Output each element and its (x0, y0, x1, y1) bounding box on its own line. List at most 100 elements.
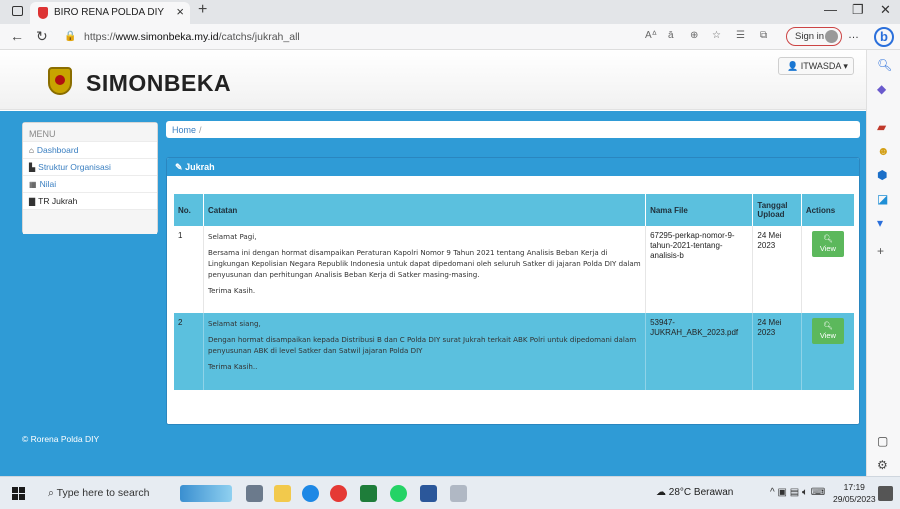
excel-icon[interactable] (360, 485, 377, 502)
more-menu-button[interactable]: … (848, 29, 859, 41)
address-bar: ← ↻ 🔒 https://www.simonbeka.my.id/catchs… (0, 24, 900, 50)
chrome-icon[interactable] (330, 485, 347, 502)
police-badge-logo-icon (48, 67, 72, 95)
toolbox-icon[interactable]: ▰ (877, 120, 886, 134)
profile-avatar-icon (825, 30, 838, 43)
collections-icon[interactable]: ⧉ (760, 30, 767, 41)
panel-header: ✎ Jukrah (167, 158, 859, 176)
windows-start-icon[interactable] (12, 487, 25, 500)
column-header-actions: Actions (801, 194, 854, 226)
shopping-icon[interactable]: ◆ (877, 82, 886, 96)
web-page: SIMONBEKA 👤 ITWASDA ▾ MENU ⌂ Dashboard ▙ S… (0, 50, 866, 476)
zoom-icon[interactable]: ⊕ (690, 30, 698, 41)
taskbar-clock[interactable]: 17:19 29/05/2023 (833, 481, 876, 505)
caret-down-icon: ▾ (843, 61, 848, 71)
row-upload-date: 24 Mei 2023 (752, 313, 802, 390)
taskbar-search-box[interactable]: ⌕ Type here to search (40, 477, 170, 509)
url-domain: www.simonbeka.my.id (115, 31, 219, 43)
edit-icon: ✎ (175, 162, 183, 172)
paint-icon[interactable] (450, 485, 467, 502)
table-row: 1 Selamat Pagi, Bersama ini dengan horma… (174, 226, 854, 313)
row-file-name: 53947-JUKRAH_ABK_2023.pdf (645, 313, 754, 390)
sidebar-item-nilai[interactable]: ▦ Nilai (23, 175, 157, 192)
drop-icon[interactable]: ▾ (877, 216, 883, 230)
row-actions: 🔍︎ View (801, 226, 854, 313)
notification-icon[interactable] (878, 486, 893, 501)
column-header-nama-file: Nama File (645, 194, 754, 226)
network-icon: ▤ (789, 487, 800, 498)
weather-text: 28°C Berawan (668, 487, 734, 498)
tab-actions-icon[interactable] (12, 6, 23, 16)
jukrah-table: No. Catatan Nama File Tanggal Upload Act… (174, 194, 854, 390)
panel-title: Jukrah (185, 162, 215, 172)
weather-widget[interactable]: ☁ 28°C Berawan (656, 487, 733, 498)
edge-sidebar: 🔍︎ ◆ ▰ ☻ ⬢ ◪ ▾ + ▢ ⚙ (866, 50, 900, 476)
breadcrumb-home-link[interactable]: Home (172, 125, 196, 135)
taskbar-search-placeholder: Type here to search (56, 487, 150, 499)
minimize-icon[interactable]: — (824, 2, 837, 17)
refresh-icon[interactable]: ↻ (36, 28, 48, 45)
site-favicon-icon (38, 7, 48, 19)
column-header-no: No. (174, 194, 204, 226)
sidebar-menu: MENU ⌂ Dashboard ▙ Struktur Organisasi ▦ Ni… (22, 122, 158, 234)
task-view-icon[interactable] (246, 485, 263, 502)
sidebar-filler (23, 209, 157, 234)
word-icon[interactable] (420, 485, 437, 502)
keyboard-icon: ⌨ (810, 487, 826, 498)
office-icon[interactable]: ⬢ (877, 168, 887, 182)
bing-chat-icon[interactable]: b (874, 27, 894, 47)
view-button-label: View (819, 244, 836, 253)
url-path: /catchs/jukrah_all (218, 31, 300, 43)
sidebar-item-tr-jukrah[interactable]: ▇ TR Jukrah (23, 192, 157, 209)
back-icon[interactable]: ← (10, 28, 24, 44)
clock-time: 17:19 (843, 482, 865, 492)
note-closing: Terima Kasih.. (207, 362, 258, 371)
whatsapp-icon[interactable] (390, 485, 407, 502)
user-icon: 👤 (787, 61, 799, 71)
view-button-label: View (819, 331, 836, 340)
view-button[interactable]: 🔍︎ View (811, 318, 844, 344)
footer-copyright: © Rorena Polda DIY (22, 434, 100, 444)
sidebar-item-label: Nilai (39, 179, 57, 189)
tab-title: BIRO RENA POLDA DIY (54, 7, 165, 18)
doc-icon: ▇ (29, 197, 36, 206)
user-menu-button[interactable]: 👤 ITWASDA ▾ (778, 57, 854, 75)
note-body: Dengan hormat disampaikan kepada Distrib… (207, 335, 637, 355)
system-tray[interactable]: ^ ▣ ▤ 🔈︎ ⌨ (770, 487, 825, 498)
jukrah-panel: ✎ Jukrah No. Catatan Nama File Tanggal U… (166, 157, 860, 425)
lock-icon: 🔒 (64, 31, 77, 42)
note-closing: Terima Kasih. (207, 286, 256, 295)
sidebar-item-dashboard[interactable]: ⌂ Dashboard (23, 141, 157, 158)
edge-browser-icon[interactable] (302, 485, 319, 502)
search-icon[interactable]: 🔍︎ (877, 58, 892, 72)
volume-icon: 🔈︎ (801, 487, 808, 498)
tray-app-icon: ▣ (777, 487, 787, 498)
news-widget-icon[interactable] (180, 485, 232, 502)
user-menu-label: ITWASDA (800, 61, 841, 71)
table-header-row: No. Catatan Nama File Tanggal Upload Act… (174, 194, 854, 226)
row-number: 2 (174, 313, 204, 390)
windows-taskbar: ⌕ Type here to search ☁ 28°C Berawan ^ ▣… (0, 476, 900, 509)
restore-icon[interactable]: ❐ (852, 2, 864, 18)
file-explorer-icon[interactable] (274, 485, 291, 502)
tab-close-icon[interactable]: × (176, 4, 184, 19)
browser-tab[interactable]: BIRO RENA POLDA DIY × (30, 2, 190, 24)
sidebar-item-label: Dashboard (36, 145, 79, 155)
outlook-icon[interactable]: ◪ (877, 192, 888, 206)
new-tab-button[interactable]: + (198, 1, 207, 19)
note-greeting: Selamat Pagi, (207, 232, 257, 241)
sidebar-item-struktur-organisasi[interactable]: ▙ Struktur Organisasi (23, 158, 157, 175)
view-button[interactable]: 🔍︎ View (811, 231, 844, 257)
sidebar-toggle-icon[interactable]: ▢ (877, 434, 888, 448)
people-icon[interactable]: ☻ (877, 144, 890, 158)
favorites-list-icon[interactable]: ☰ (736, 30, 745, 41)
add-icon[interactable]: + (877, 244, 884, 258)
settings-gear-icon[interactable]: ⚙ (877, 458, 888, 472)
note-body: Bersama ini dengan hormat disampaikan Pe… (207, 248, 641, 279)
favorite-icon[interactable]: ☆ (712, 30, 721, 41)
url-field[interactable]: 🔒 https://www.simonbeka.my.id/catchs/juk… (60, 27, 630, 47)
read-aloud-icon[interactable]: Aᐞ (645, 30, 657, 41)
sign-in-button[interactable]: Sign in (786, 27, 842, 46)
close-window-icon[interactable]: ✕ (880, 2, 891, 18)
translate-icon[interactable]: ā (668, 30, 674, 41)
